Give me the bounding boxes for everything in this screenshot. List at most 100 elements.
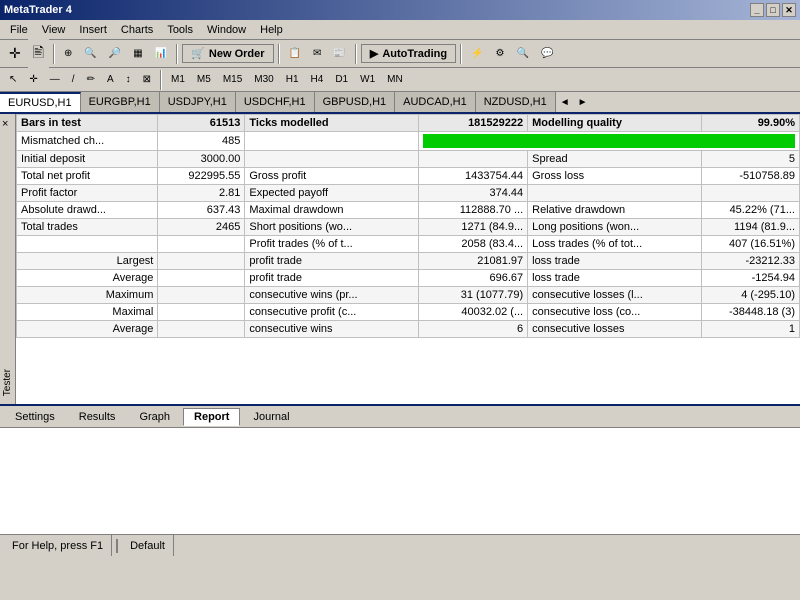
status-sep [116,539,118,553]
zoom-in-button[interactable]: 🔍 [79,45,101,62]
row-value2-1 [419,132,800,151]
menu-view[interactable]: View [36,22,72,38]
symbol-tab-nzdusd[interactable]: NZDUSD,H1 [476,92,556,112]
row-value2-2 [419,151,528,168]
close-panel-button[interactable]: × [2,118,8,130]
symbol-tab-usdchf[interactable]: USDCHF,H1 [236,92,315,112]
tab-settings[interactable]: Settings [4,408,66,426]
menu-insert[interactable]: Insert [73,22,113,38]
row-label2-3: Gross profit [245,168,419,185]
menu-charts[interactable]: Charts [115,22,159,38]
row-label3-10: consecutive losses (l... [528,287,702,304]
arrow-button[interactable]: ↕ [121,71,136,88]
tf-m15[interactable]: M15 [218,72,247,87]
report-table: Bars in test61513Ticks modelled181529222… [16,114,800,338]
row-value1-11 [158,304,245,321]
tester-side-label[interactable]: Tester [0,114,16,404]
toolbar-sep4 [355,44,357,64]
draw-icon: ✏ [87,74,95,85]
crosshair2-button[interactable]: ✛ [24,71,42,88]
row-value3-10: 4 (-295.10) [702,287,800,304]
symbol-tab-eurgbp[interactable]: EURGBP,H1 [81,92,160,112]
minimize-button[interactable]: _ [750,3,764,17]
row-value3-6: 1194 (81.9... [702,219,800,236]
row-label-9: Average [17,270,158,287]
tf-m1[interactable]: M1 [166,72,190,87]
tf-w1[interactable]: W1 [355,72,380,87]
new-order-button[interactable]: 🛒 New Order [182,44,273,63]
symbol-tab-eurusd[interactable]: EURUSD,H1 [0,92,81,112]
autotrading-label: AutoTrading [382,48,447,60]
draw-button[interactable]: ✏ [82,71,100,88]
row-label3-4 [528,185,702,202]
help-button[interactable]: 💬 [536,45,558,62]
row-value2-11: 40032.02 (... [419,304,528,321]
symbol-tab-usdjpy[interactable]: USDJPY,H1 [160,92,236,112]
row-label2-1 [245,132,419,151]
symbol-tab-audcad[interactable]: AUDCAD,H1 [395,92,476,112]
row-label2-7: Profit trades (% of t... [245,236,419,253]
tester-label-text: Tester [2,369,13,396]
tf-mn[interactable]: MN [382,72,408,87]
row-value2-10: 31 (1077.79) [419,287,528,304]
open-button[interactable]: 🖹 [28,39,49,69]
text-button[interactable]: A [102,71,119,88]
line-button[interactable]: — [45,71,65,88]
symbol-tab-gbpusd[interactable]: GBPUSD,H1 [315,92,396,112]
mail-button[interactable]: ✉ [308,45,326,62]
options-button[interactable]: ⚙ [491,45,510,62]
menu-help[interactable]: Help [254,22,289,38]
zoom-out-icon: 🔎 [109,48,121,59]
autotrading-button[interactable]: ▶ AutoTrading [361,44,456,63]
news-button[interactable]: 📰 [328,45,350,62]
zoom-out-button[interactable]: 🔎 [104,45,126,62]
tab-journal[interactable]: Journal [242,408,300,426]
tf-h1[interactable]: H1 [281,72,304,87]
row-label3-11: consecutive loss (co... [528,304,702,321]
chart-properties-button[interactable]: ▦ [128,45,147,62]
row-value3-3: -510758.89 [702,168,800,185]
options-icon: ⚙ [496,48,505,59]
history-button[interactable]: 📋 [284,45,306,62]
default-status: Default [122,535,174,556]
crosshair-button[interactable]: ⊕ [59,45,77,62]
maximize-button[interactable]: □ [766,3,780,17]
new-order-label: New Order [209,48,265,60]
row-value3-5: 45.22% (71... [702,202,800,219]
hline-icon: / [72,74,75,85]
tf-m5[interactable]: M5 [192,72,216,87]
row-label-11: Maximal [17,304,158,321]
title-bar-buttons[interactable]: _ □ ✕ [750,3,796,17]
tab-graph[interactable]: Graph [128,408,181,426]
row-value1-3: 922995.55 [158,168,245,185]
row-label2-6: Short positions (wo... [245,219,419,236]
menu-file[interactable]: File [4,22,34,38]
tab-report[interactable]: Report [183,408,240,426]
toolbar-sep3 [278,44,280,64]
tab-scroll-left[interactable]: ◄ [556,95,574,110]
search-button[interactable]: 🔍 [512,45,534,62]
cursor-icon: ↖ [9,74,17,85]
tf-m30[interactable]: M30 [249,72,278,87]
symbol-tabs: EURUSD,H1 EURGBP,H1 USDJPY,H1 USDCHF,H1 … [0,92,800,114]
menu-window[interactable]: Window [201,22,252,38]
row-label-1: Mismatched ch... [17,132,158,151]
new-chart-button[interactable]: ✛ [4,42,26,65]
row-label3-0: Modelling quality [528,115,702,132]
indicators-button[interactable]: 📊 [150,45,172,62]
autotrading-icon: ▶ [370,47,378,60]
row-label3-2: Spread [528,151,702,168]
cursor-button[interactable]: ↖ [4,71,22,88]
close-button[interactable]: ✕ [782,3,796,17]
delete-button[interactable]: ⊠ [138,71,156,88]
row-value3-7: 407 (16.51%) [702,236,800,253]
tab-scroll-right[interactable]: ► [574,95,592,110]
alerts-button[interactable]: ⚡ [466,45,488,62]
tf-h4[interactable]: H4 [306,72,329,87]
menu-tools[interactable]: Tools [161,22,199,38]
row-label-3: Total net profit [17,168,158,185]
tab-results[interactable]: Results [68,408,127,426]
tf-d1[interactable]: D1 [330,72,353,87]
hline-button[interactable]: / [67,71,80,88]
history-icon: 📋 [289,48,301,59]
